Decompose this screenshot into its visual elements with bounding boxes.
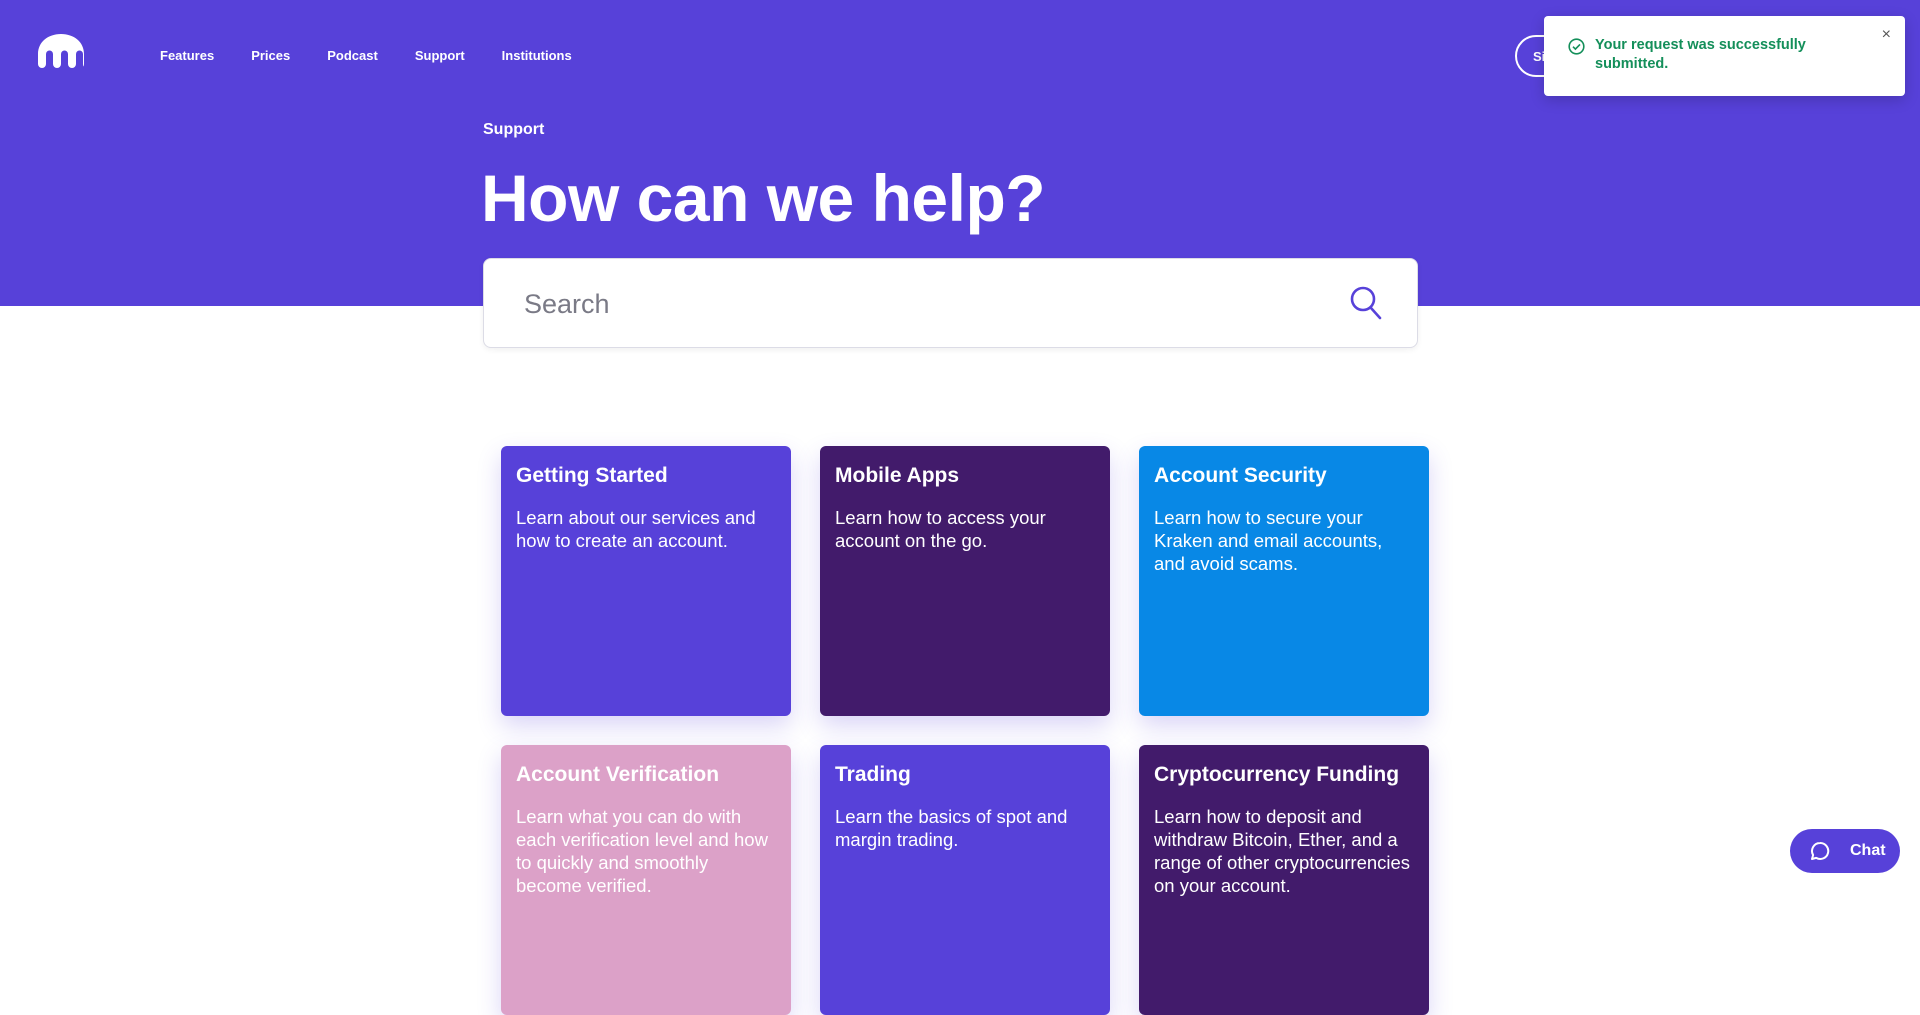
card-trading[interactable]: Trading Learn the basics of spot and mar… [820, 745, 1110, 1015]
card-description: Learn the basics of spot and margin trad… [835, 806, 1068, 850]
search-icon[interactable] [1349, 285, 1383, 321]
search-input[interactable] [524, 283, 1304, 325]
card-account-verification[interactable]: Account Verification Learn what you can … [501, 745, 791, 1015]
main-nav: Features Prices Podcast Support Institut… [160, 48, 609, 63]
nav-prices[interactable]: Prices [251, 48, 290, 63]
card-description: Learn how to access your account on the … [835, 507, 1046, 551]
card-description: Learn what you can do with each verifica… [516, 806, 768, 896]
card-title: Account Security [1154, 464, 1327, 487]
search-box [483, 258, 1418, 348]
toast-message: Your request was successfully submitted. [1595, 37, 1806, 72]
card-description: Learn how to deposit and withdraw Bitcoi… [1154, 806, 1411, 896]
close-icon[interactable]: × [1882, 26, 1891, 44]
nav-podcast[interactable]: Podcast [327, 48, 378, 63]
card-title: Cryptocurrency Funding [1154, 763, 1400, 786]
card-title: Getting Started [516, 464, 668, 487]
card-title: Trading [835, 763, 911, 786]
card-getting-started[interactable]: Getting Started Learn about our services… [501, 446, 791, 716]
chat-label: Chat [1850, 842, 1886, 859]
nav-support[interactable]: Support [415, 48, 465, 63]
page-title: How can we help? [481, 161, 1046, 235]
card-account-security[interactable]: Account Security Learn how to secure you… [1139, 446, 1429, 716]
chat-button[interactable]: Chat [1790, 829, 1900, 873]
card-description: Learn how to secure your Kraken and emai… [1154, 507, 1383, 574]
nav-institutions[interactable]: Institutions [502, 48, 572, 63]
card-title: Mobile Apps [835, 464, 960, 487]
breadcrumb[interactable]: Support [483, 121, 544, 139]
success-toast: Your request was successfully submitted.… [1544, 16, 1905, 96]
card-description: Learn about our services and how to crea… [516, 507, 756, 551]
card-title: Account Verification [516, 763, 720, 786]
check-circle-icon [1568, 38, 1585, 55]
card-cryptocurrency-funding[interactable]: Cryptocurrency Funding Learn how to depo… [1139, 745, 1429, 1015]
chat-bubble-icon [1811, 841, 1830, 860]
card-mobile-apps[interactable]: Mobile Apps Learn how to access your acc… [820, 446, 1110, 716]
kraken-logo[interactable] [38, 34, 84, 68]
nav-features[interactable]: Features [160, 48, 214, 63]
